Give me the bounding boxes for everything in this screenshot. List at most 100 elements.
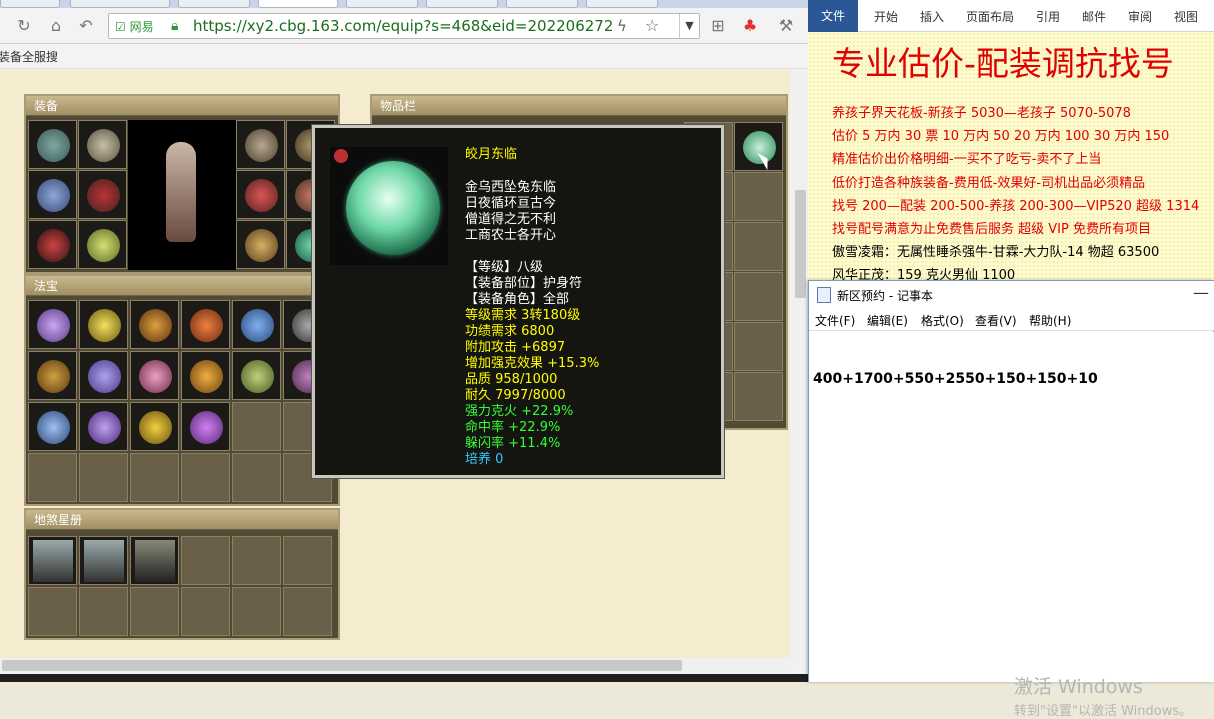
browser-tab[interactable] [178,0,250,8]
bookmarks-bar: 装备全服搜 [0,45,808,69]
browser-tab[interactable] [506,0,578,8]
menu-format[interactable]: 格式(O) [921,312,964,329]
tab-review[interactable]: 审阅 [1128,8,1152,25]
browser-tab[interactable] [0,0,60,8]
browser-tab[interactable] [586,0,658,8]
vertical-scrollbar[interactable] [792,70,808,660]
empty-slot[interactable] [28,453,77,502]
tab-home[interactable]: 开始 [874,8,898,25]
menu-help[interactable]: 帮助(H) [1029,312,1071,329]
tab-references[interactable]: 引用 [1036,8,1060,25]
doc-line: 找号 200—配装 200-500-养孩 200-300—VIP520 超级 1… [832,199,1200,214]
browser-tab[interactable] [70,0,170,8]
empty-slot[interactable] [130,453,179,502]
empty-slot[interactable] [232,536,281,585]
fabao-slot[interactable] [79,402,128,451]
menu-edit[interactable]: 编辑(E) [867,312,908,329]
empty-slot[interactable] [79,453,128,502]
vertical-scroll-thumb[interactable] [795,190,806,298]
star-card-slot[interactable] [130,536,179,585]
fabao-slot[interactable] [130,351,179,400]
back-icon[interactable]: ↶ [76,16,96,36]
site-identity[interactable]: ☑ 网易 [113,18,154,34]
item-attack: 附加攻击 +6897 [465,340,566,355]
menu-view[interactable]: 查看(V) [975,312,1017,329]
empty-slot[interactable] [181,587,230,636]
equip-slot[interactable] [78,120,127,169]
notepad-titlebar[interactable]: 新区预约 - 记事本 — [809,281,1214,309]
fabao-slot[interactable] [28,351,77,400]
tab-file[interactable]: 文件 [808,0,858,32]
equip-slot[interactable] [28,170,77,219]
bag-slot[interactable] [734,172,783,221]
bookmark-item[interactable]: 装备全服搜 [0,48,58,65]
browser-tab-active[interactable] [258,0,338,8]
bag-slot[interactable] [734,372,783,421]
bag-slot[interactable] [734,322,783,371]
fabao-slot[interactable] [181,351,230,400]
equip-slot[interactable] [28,220,77,269]
empty-slot[interactable] [181,536,230,585]
empty-slot[interactable] [232,453,281,502]
fabao-slot[interactable] [130,402,179,451]
fabao-slot[interactable] [28,300,77,349]
empty-slot[interactable] [232,402,281,451]
item-poem-line: 工商农士各开心 [465,228,557,243]
amulet-icon [743,131,776,164]
fabao-slot[interactable] [28,402,77,451]
grid-icon[interactable]: ⊞ [708,16,728,36]
fabao-slot[interactable] [130,300,179,349]
tab-mailings[interactable]: 邮件 [1082,8,1106,25]
empty-slot[interactable] [283,587,332,636]
minimize-icon[interactable]: — [1193,283,1209,302]
ring-icon [37,229,70,262]
bag-slot[interactable] [734,272,783,321]
empty-slot[interactable] [283,536,332,585]
lightning-icon[interactable]: ϟ [617,17,627,35]
fabao-slot[interactable] [232,351,281,400]
refresh-icon[interactable]: ↻ [14,16,34,36]
equip-slot[interactable] [236,220,285,269]
empty-slot[interactable] [79,587,128,636]
bag-slot[interactable] [734,122,783,171]
equip-slot[interactable] [236,170,285,219]
bag-slot[interactable] [734,222,783,271]
fabao-slot[interactable] [181,300,230,349]
empty-slot[interactable] [28,587,77,636]
dropdown-icon[interactable]: ▼ [679,14,699,38]
equip-slot[interactable] [28,120,77,169]
star-card-slot[interactable] [28,536,77,585]
document-area[interactable]: 专业估价-配装调抗找号 养孩子界天花板-新孩子 5030—老孩子 5070-50… [808,32,1214,283]
browser-window: ↻ ⌂ ↶ ☑ 网易 🔒︎ https://xy2.cbg.163.com/eq… [0,0,808,682]
tools-icon[interactable]: ⚒ [776,16,796,36]
tab-insert[interactable]: 插入 [920,8,944,25]
equip-slot[interactable] [78,220,127,269]
equip-slot[interactable] [236,120,285,169]
item-durability: 耐久 7997/8000 [465,388,566,403]
fabao-slot[interactable] [232,300,281,349]
fabao-slot[interactable] [79,300,128,349]
star-icon[interactable]: ☆ [645,16,659,35]
game-icon[interactable]: ♣ [740,16,760,36]
address-bar[interactable]: ☑ 网易 🔒︎ https://xy2.cbg.163.com/equip?s=… [108,13,700,39]
horizontal-scroll-thumb[interactable] [2,660,682,671]
empty-slot[interactable] [181,453,230,502]
menu-file[interactable]: 文件(F) [815,312,855,329]
browser-tab[interactable] [346,0,418,8]
empty-slot[interactable] [232,587,281,636]
notepad-text-area[interactable]: 400+1700+550+2550+150+150+10 激活 Windows … [809,332,1214,719]
tab-layout[interactable]: 页面布局 [966,8,1014,25]
fabao-icon [190,360,223,393]
browser-tab[interactable] [426,0,498,8]
home-icon[interactable]: ⌂ [46,16,66,36]
url-text[interactable]: https://xy2.cbg.163.com/equip?s=468&eid=… [193,17,613,35]
equip-slot[interactable] [78,170,127,219]
star-card-icon [135,540,175,582]
fabao-slot[interactable] [79,351,128,400]
tab-strip [0,0,808,8]
boots-icon [87,229,120,262]
empty-slot[interactable] [130,587,179,636]
tab-view[interactable]: 视图 [1174,8,1198,25]
fabao-slot[interactable] [181,402,230,451]
star-card-slot[interactable] [79,536,128,585]
